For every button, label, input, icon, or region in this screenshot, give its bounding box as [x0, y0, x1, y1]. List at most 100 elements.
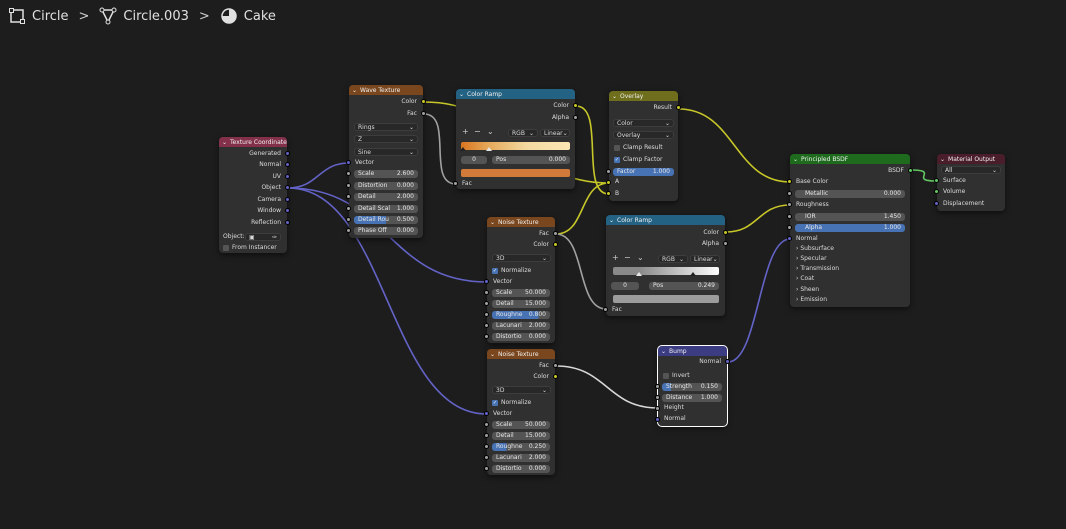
input-socket[interactable] [606, 169, 611, 174]
color-ramp-node[interactable]: ⌄ Color Ramp Color Alpha + − ⌄ RGB ⌄ Linea… [603, 215, 728, 316]
detail-scale-field[interactable]: Detail Scal 1.000 [354, 205, 418, 213]
stop-handle[interactable] [636, 272, 642, 276]
stop-color-swatch[interactable] [461, 169, 570, 177]
material-output-node[interactable]: ⌄ Material Output All ⌄ Surface Volume Dis… [934, 154, 1005, 211]
node-link[interactable] [725, 204, 791, 233]
color-ramp-node[interactable]: ⌄ Color Ramp Color Alpha + − ⌄ RGB ⌄ Linea… [453, 89, 578, 189]
lacunarity-field[interactable]: Lacunari 2.000 [492, 454, 550, 462]
node-link[interactable] [555, 365, 659, 409]
metallic-field[interactable]: Metallic 0.000 [795, 190, 905, 198]
input-socket[interactable] [484, 312, 489, 317]
wave-texture-node[interactable]: ⌄ Wave Texture Color Fac Rings ⌄ Z ⌄ Sine ⌄ … [346, 85, 426, 238]
chevron-down-icon[interactable]: ⌄ [352, 87, 357, 94]
node-header[interactable]: ⌄ Wave Texture [349, 85, 423, 95]
node-header[interactable]: ⌄ Overlay [609, 91, 678, 101]
stop-handle[interactable] [460, 147, 466, 151]
chevron-down-icon[interactable]: ⌄ [609, 217, 614, 224]
output-socket[interactable] [553, 231, 558, 236]
input-socket[interactable] [484, 422, 489, 427]
stop-index-field[interactable]: 0 [611, 282, 639, 290]
input-socket[interactable] [346, 228, 351, 233]
input-socket[interactable] [787, 179, 792, 184]
detail-field[interactable]: Detail 2.000 [354, 193, 418, 201]
eyedropper-icon[interactable]: ✑ [272, 234, 277, 241]
chevron-down-icon[interactable]: ⌄ [490, 351, 495, 358]
output-socket[interactable] [285, 197, 290, 202]
scale-field[interactable]: Scale 50.000 [492, 421, 550, 429]
dimensions-select[interactable]: 3D ⌄ [492, 386, 551, 394]
clamp-result-checkbox[interactable] [614, 145, 620, 151]
distortion-field[interactable]: Distortion 0.000 [354, 182, 418, 190]
chevron-down-icon[interactable]: ⌄ [661, 348, 666, 355]
clamp-factor-checkbox[interactable]: ✓ [614, 157, 620, 163]
input-socket[interactable] [453, 181, 458, 186]
direction-select[interactable]: Z ⌄ [354, 135, 418, 143]
breadcrumb-mesh[interactable]: Circle.003 [99, 7, 189, 25]
output-socket[interactable] [725, 359, 730, 364]
chevron-down-icon[interactable]: ⌄ [487, 127, 494, 136]
panel-subsurface[interactable]: › Subsurface [796, 244, 834, 254]
input-socket[interactable] [934, 178, 939, 183]
noise-texture-node[interactable]: ⌄ Noise Texture Fac Color 3D ⌄ ✓ Normalize… [484, 349, 558, 475]
gradient-bar[interactable] [613, 267, 719, 275]
input-socket[interactable] [484, 301, 489, 306]
output-socket[interactable] [723, 241, 728, 246]
add-stop-button[interactable]: + [462, 127, 469, 136]
node-header[interactable]: ⌄ Bump [658, 346, 727, 356]
remove-stop-button[interactable]: − [474, 127, 481, 136]
bump-node[interactable]: ⌄ Bump Normal Invert Strength 0.150 Distan… [655, 345, 730, 427]
input-socket[interactable] [484, 279, 489, 284]
factor-field[interactable]: Factor 1.000 [613, 168, 674, 176]
output-socket[interactable] [421, 111, 426, 116]
output-socket[interactable] [285, 208, 290, 213]
chevron-down-icon[interactable]: ⌄ [637, 253, 644, 262]
input-socket[interactable] [606, 191, 611, 196]
node-header[interactable]: ⌄ Texture Coordinate [219, 137, 287, 147]
output-socket[interactable] [285, 174, 290, 179]
stop-position-field[interactable]: Pos 0.000 [492, 156, 570, 164]
input-socket[interactable] [484, 455, 489, 460]
node-header[interactable]: ⌄ Color Ramp [606, 215, 725, 225]
input-socket[interactable] [346, 206, 351, 211]
input-socket[interactable] [346, 217, 351, 222]
alpha-field[interactable]: Alpha 1.000 [795, 224, 905, 232]
add-stop-button[interactable]: + [612, 253, 619, 262]
stop-handle[interactable] [486, 147, 492, 151]
color-mode-select[interactable]: RGB ⌄ [658, 255, 688, 263]
texture-coordinate-node[interactable]: ⌄ Texture Coordinate Generated Normal UV … [219, 137, 290, 253]
input-socket[interactable] [655, 384, 660, 389]
input-socket[interactable] [346, 171, 351, 176]
stop-color-swatch[interactable] [613, 295, 719, 303]
node-link[interactable] [678, 108, 791, 183]
interpolation-select[interactable]: Linear ⌄ [690, 255, 720, 263]
gradient-bar[interactable] [461, 142, 570, 150]
detail-roughness-field[interactable]: Detail Rou 0.500 [354, 216, 418, 224]
node-link[interactable] [423, 113, 457, 185]
node-link[interactable] [555, 233, 607, 310]
principled-bsdf-node[interactable]: ⌄ Principled BSDF BSDF Base Color Metalli… [787, 154, 913, 307]
input-socket[interactable] [484, 466, 489, 471]
color-mode-select[interactable]: RGB ⌄ [508, 129, 538, 137]
strength-field[interactable]: Strength 0.150 [662, 383, 722, 391]
input-socket[interactable] [934, 201, 939, 206]
node-header[interactable]: ⌄ Noise Texture [487, 217, 555, 227]
input-socket[interactable] [787, 236, 792, 241]
detail-field[interactable]: Detail 15.000 [492, 300, 550, 308]
node-header[interactable]: ⌄ Noise Texture [487, 349, 555, 359]
input-socket[interactable] [346, 194, 351, 199]
node-header[interactable]: ⌄ Color Ramp [456, 89, 575, 99]
input-socket[interactable] [787, 214, 792, 219]
input-socket[interactable] [346, 183, 351, 188]
chevron-down-icon[interactable]: ⌄ [490, 219, 495, 226]
stop-position-field[interactable]: Pos 0.249 [649, 282, 719, 290]
input-socket[interactable] [655, 406, 660, 411]
output-socket[interactable] [421, 99, 426, 104]
node-link[interactable] [287, 162, 350, 189]
profile-select[interactable]: Sine ⌄ [354, 148, 418, 156]
input-socket[interactable] [787, 191, 792, 196]
output-socket[interactable] [285, 220, 290, 225]
wave-type-select[interactable]: Rings ⌄ [354, 123, 418, 131]
invert-checkbox[interactable] [663, 373, 669, 379]
lacunarity-field[interactable]: Lacunari 2.000 [492, 322, 550, 330]
roughness-field[interactable]: Roughne 0.250 [492, 443, 550, 451]
